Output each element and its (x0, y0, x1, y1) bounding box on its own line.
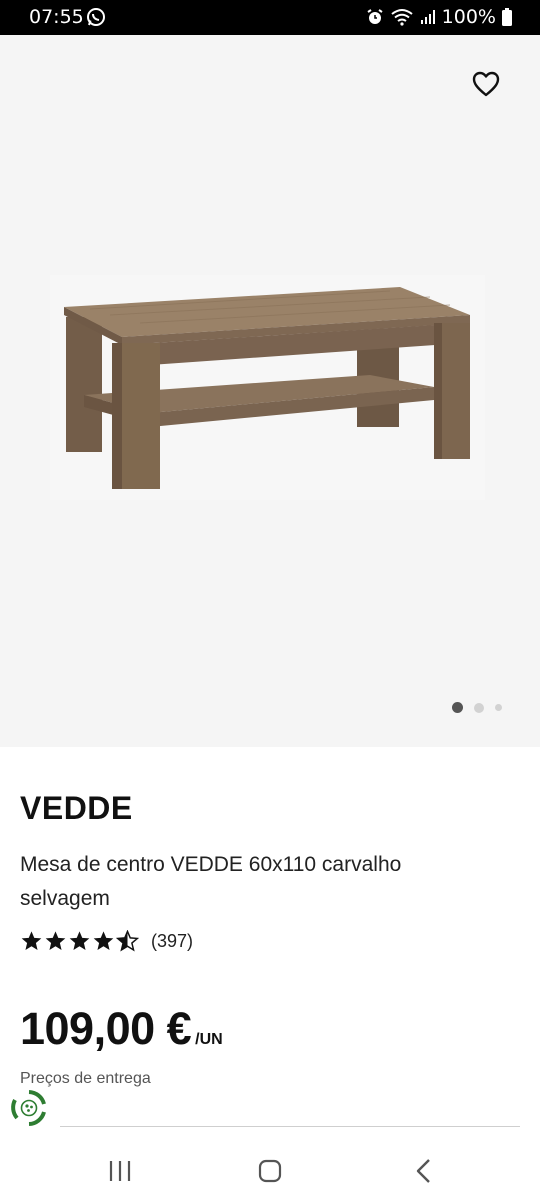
status-time: 07:55 (29, 6, 84, 28)
delivery-prices-link[interactable]: Preços de entrega (20, 1070, 151, 1088)
review-count: (397) (151, 930, 194, 951)
price-unit: /UN (195, 1031, 223, 1048)
signal-icon (420, 10, 435, 24)
product-price: 109,00 € /UN (20, 1003, 223, 1055)
heart-outline-icon[interactable] (470, 69, 502, 99)
gallery-dot[interactable] (452, 702, 463, 713)
divider (60, 1126, 520, 1127)
gallery-dot[interactable] (495, 704, 502, 711)
home-icon[interactable] (250, 1154, 290, 1188)
star-full-icon (93, 931, 114, 950)
product-description: Mesa de centro VEDDE 60x110 carvalho sel… (20, 853, 402, 910)
gallery-pagination (452, 702, 502, 713)
status-bar: 07:55 100% (0, 0, 540, 35)
wifi-icon (391, 9, 413, 26)
star-full-icon (69, 931, 90, 950)
whatsapp-icon (87, 8, 105, 26)
star-full-icon (45, 931, 66, 950)
product-brand: VEDDE (20, 790, 133, 826)
system-navigation-bar (0, 1140, 540, 1204)
status-icons: 100% (366, 6, 512, 28)
star-full-icon (21, 931, 42, 950)
recent-apps-icon[interactable] (100, 1154, 140, 1188)
star-half-icon (116, 930, 139, 952)
eco-recycle-icon[interactable] (9, 1088, 49, 1128)
battery-icon (502, 8, 512, 26)
back-icon[interactable] (403, 1154, 443, 1188)
product-rating[interactable]: (397) (20, 930, 193, 952)
rating-stars (20, 930, 139, 952)
battery-percentage: 100% (441, 6, 496, 28)
product-image (50, 275, 485, 500)
gallery-dot[interactable] (474, 702, 484, 713)
price-value: 109,00 € (20, 1003, 192, 1054)
alarm-icon (367, 9, 383, 24)
product-image-gallery[interactable] (0, 35, 540, 747)
